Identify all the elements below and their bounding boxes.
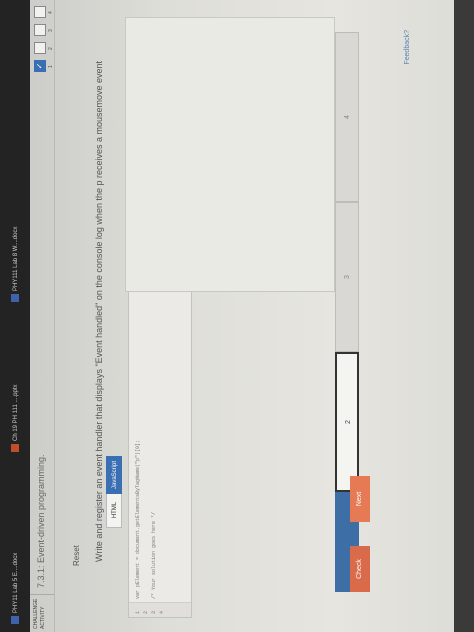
challenge-activity-label: CHALLENGE ACTIVITY bbox=[30, 594, 54, 632]
screen: PHY11 Lab 5 E....docx Ch 19 PH 111 ....p… bbox=[0, 0, 474, 632]
progress-step-3[interactable] bbox=[34, 24, 46, 36]
progress-step-1[interactable]: ✓ bbox=[34, 60, 46, 72]
code-line[interactable]: /* Your solution goes here */ bbox=[151, 512, 157, 599]
stage-2: 2 bbox=[335, 352, 359, 492]
word-icon bbox=[11, 616, 20, 624]
bottom-strip bbox=[454, 0, 474, 632]
progress-number-3: 3 bbox=[48, 29, 54, 32]
taskbar-item-2[interactable]: Ch 19 PH 111 ....pptx bbox=[10, 385, 22, 452]
code-line[interactable]: var pElement = document.getElementsByTag… bbox=[135, 440, 141, 599]
progress-number-1: 1 bbox=[48, 65, 54, 68]
line-gutter bbox=[129, 602, 191, 617]
taskbar-item-3[interactable]: PHY111 Lab 8 W....docx bbox=[10, 227, 22, 302]
progress-number-4: 4 bbox=[48, 11, 54, 14]
line-number: 2 bbox=[143, 610, 149, 614]
tab-html[interactable]: HTML bbox=[106, 492, 122, 528]
reset-button[interactable]: Reset bbox=[72, 545, 81, 566]
output-panel bbox=[125, 17, 335, 292]
progress-number-2: 2 bbox=[48, 47, 54, 50]
stage-3: 3 bbox=[335, 202, 359, 352]
prompt-text: Write and register an event handler that… bbox=[94, 60, 104, 562]
line-number: 1 bbox=[135, 610, 141, 614]
next-button[interactable]: Next bbox=[350, 476, 370, 522]
taskbar: PHY11 Lab 5 E....docx Ch 19 PH 111 ....p… bbox=[0, 0, 30, 632]
line-number: 4 bbox=[159, 610, 165, 614]
word-icon bbox=[11, 294, 20, 302]
check-icon: ✓ bbox=[35, 62, 44, 70]
stage-4: 4 bbox=[335, 32, 359, 202]
feedback-link[interactable]: Feedback? bbox=[404, 30, 411, 65]
progress-step-2[interactable] bbox=[34, 42, 46, 54]
page: PHY11 Lab 5 E....docx Ch 19 PH 111 ....p… bbox=[0, 0, 474, 632]
activity-title: 7.3.1: Event-driven programming. bbox=[36, 454, 46, 588]
tab-javascript[interactable]: JavaScript bbox=[106, 456, 122, 494]
taskbar-item-1[interactable]: PHY11 Lab 5 E....docx bbox=[10, 553, 22, 624]
check-button[interactable]: Check bbox=[350, 546, 370, 592]
progress-step-4[interactable] bbox=[34, 6, 46, 18]
powerpoint-icon bbox=[11, 444, 20, 452]
line-number: 3 bbox=[151, 610, 157, 614]
